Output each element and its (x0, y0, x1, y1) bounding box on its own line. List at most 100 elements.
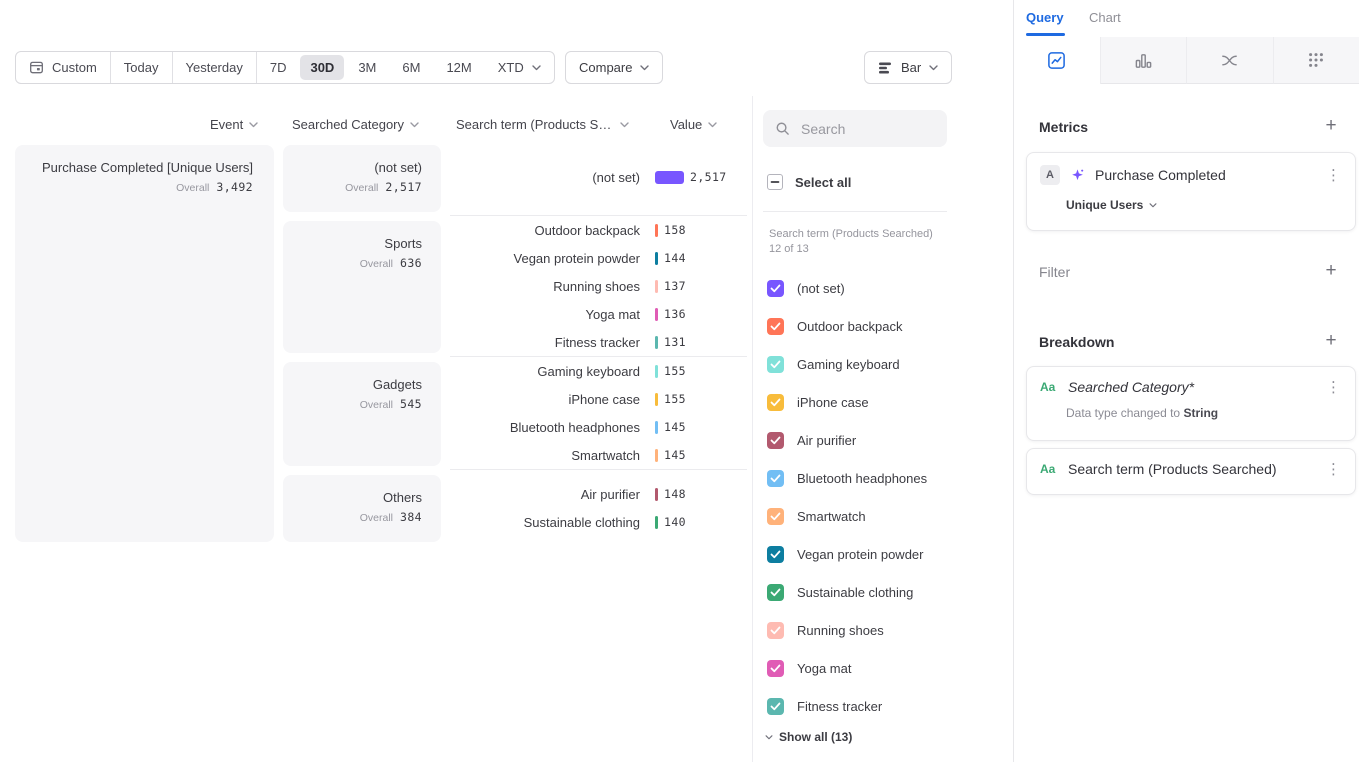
range-6m[interactable]: 6M (389, 52, 433, 83)
select-all[interactable]: Select all (767, 174, 851, 190)
term-row: Vegan protein powder144 (450, 244, 747, 272)
kebab-menu-icon[interactable]: ⋮ (1324, 462, 1343, 477)
chevron-down-icon (410, 122, 419, 128)
range-30d[interactable]: 30D (300, 55, 344, 80)
column-header-search-term[interactable]: Search term (Products Searched) (456, 117, 629, 132)
data-type-note: Data type changed to String (1066, 406, 1355, 420)
column-label: Value (670, 117, 702, 132)
checkbox-checked[interactable] (767, 470, 784, 487)
string-property-icon: Aa (1040, 380, 1058, 394)
filter-item[interactable]: Fitness tracker (767, 687, 927, 725)
range-xtd[interactable]: XTD (485, 52, 554, 83)
value-bar (655, 308, 658, 321)
term-row: Air purifier148 (450, 480, 747, 508)
term-row: Outdoor backpack 158 (450, 216, 747, 244)
chevron-down-icon (1149, 203, 1157, 208)
search-box[interactable] (763, 110, 947, 147)
column-header-category[interactable]: Searched Category (292, 117, 419, 132)
category-cell: GadgetsOverall545 (283, 362, 441, 466)
range-label: 30D (310, 60, 334, 75)
column-header-event[interactable]: Event (210, 117, 258, 132)
compare-button[interactable]: Compare (565, 51, 663, 84)
value-bar (655, 365, 658, 378)
range-3m[interactable]: 3M (345, 52, 389, 83)
column-header-value[interactable]: Value (670, 117, 717, 132)
range-custom[interactable]: Custom (16, 52, 110, 83)
select-all-label: Select all (795, 175, 851, 190)
select-all-checkbox[interactable] (767, 174, 783, 190)
filter-item[interactable]: Running shoes (767, 611, 927, 649)
filter-item[interactable]: Smartwatch (767, 497, 927, 535)
category-overall: Overall636 (283, 256, 422, 270)
checkbox-checked[interactable] (767, 698, 784, 715)
filter-item[interactable]: Bluetooth headphones (767, 459, 927, 497)
column-label: Event (210, 117, 243, 132)
tab-chart[interactable]: Chart (1089, 10, 1121, 25)
filter-item-label: Vegan protein powder (797, 547, 923, 562)
checkbox-checked[interactable] (767, 546, 784, 563)
tab-funnels[interactable] (1101, 37, 1188, 84)
value-bar (655, 488, 658, 501)
term-value: 140 (664, 515, 686, 529)
term-label: Fitness tracker (450, 335, 640, 350)
term-value: 136 (664, 307, 686, 321)
filter-item[interactable]: Yoga mat (767, 649, 927, 687)
insights-report-app: CustomToday Yesterday 7D 30D 3M6M12MXTD Comp… (0, 0, 1359, 762)
event-overall: Overall 3,492 (15, 180, 253, 194)
range-today[interactable]: Today (111, 52, 172, 83)
bar-chart-icon (1134, 51, 1153, 70)
checkbox-checked[interactable] (767, 622, 784, 639)
range-7d[interactable]: 7D (257, 52, 300, 83)
category-cell: OthersOverall384 (283, 475, 441, 542)
filter-item[interactable]: Vegan protein powder (767, 535, 927, 573)
range-12m[interactable]: 12M (433, 52, 484, 83)
checkbox-checked[interactable] (767, 508, 784, 525)
chart-type-button[interactable]: Bar (864, 51, 952, 84)
value-bar (655, 516, 658, 529)
term-label: Running shoes (450, 279, 640, 294)
range-label: Yesterday (186, 60, 243, 75)
checkbox-checked[interactable] (767, 394, 784, 411)
add-metric-button[interactable]: + (1322, 117, 1340, 135)
category-overall: Overall2,517 (283, 180, 422, 194)
string-property-icon: Aa (1040, 462, 1058, 476)
calendar-icon (29, 60, 44, 75)
term-value: 158 (664, 223, 686, 237)
term-row: Fitness tracker131 (450, 328, 747, 356)
filter-item[interactable]: (not set) (767, 269, 927, 307)
filter-item-label: Running shoes (797, 623, 884, 638)
tab-query[interactable]: Query (1026, 10, 1064, 25)
search-input[interactable] (799, 120, 931, 138)
checkbox-checked[interactable] (767, 584, 784, 601)
term-label: Outdoor backpack (450, 223, 640, 238)
filter-item[interactable]: Outdoor backpack (767, 307, 927, 345)
filter-item[interactable]: iPhone case (767, 383, 927, 421)
aggregation-dropdown[interactable]: Unique Users (1066, 198, 1355, 212)
range-yesterday[interactable]: Yesterday (173, 52, 256, 83)
checkbox-checked[interactable] (767, 356, 784, 373)
show-all-toggle[interactable]: Show all (13) (765, 730, 852, 744)
checkbox-checked[interactable] (767, 432, 784, 449)
category-name: Others (283, 490, 422, 505)
tab-flows[interactable] (1187, 37, 1274, 84)
value-bar (655, 252, 658, 265)
filter-item[interactable]: Sustainable clothing (767, 573, 927, 611)
category-name: (not set) (283, 160, 422, 175)
checkbox-checked[interactable] (767, 660, 784, 677)
overall-value: 636 (400, 256, 422, 270)
breakdown-card: AaSearch term (Products Searched)⋮ (1026, 448, 1356, 495)
checkbox-checked[interactable] (767, 318, 784, 335)
tab-retention[interactable] (1274, 37, 1359, 84)
breakdown-name: Searched Category* (1068, 379, 1314, 395)
term-value: 144 (664, 251, 686, 265)
query-panel: Query Chart Metrics + A Purchase Complet… (1013, 0, 1359, 762)
kebab-menu-icon[interactable]: ⋮ (1324, 168, 1343, 183)
checkbox-checked[interactable] (767, 280, 784, 297)
add-filter-button[interactable]: + (1322, 262, 1340, 280)
filter-item[interactable]: Air purifier (767, 421, 927, 459)
metric-name: Purchase Completed (1095, 167, 1314, 183)
kebab-menu-icon[interactable]: ⋮ (1324, 380, 1343, 395)
tab-insights[interactable] (1014, 37, 1101, 84)
filter-item[interactable]: Gaming keyboard (767, 345, 927, 383)
add-breakdown-button[interactable]: + (1322, 332, 1340, 350)
